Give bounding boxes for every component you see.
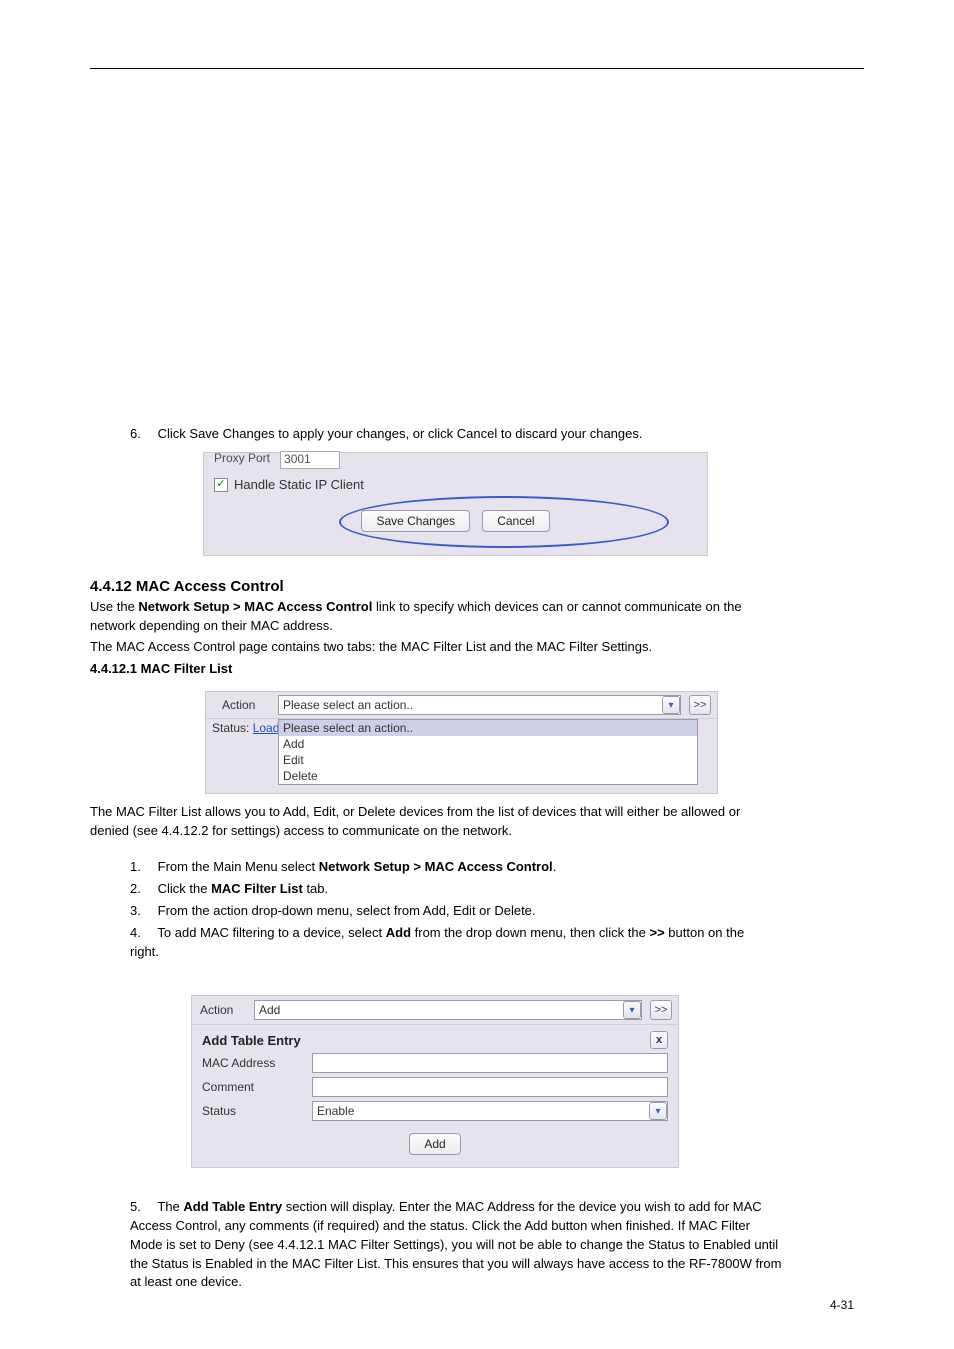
comment-label: Comment [202, 1080, 300, 1094]
step-2-suffix: tab. [303, 881, 328, 896]
step-1-bold: Network Setup > MAC Access Control [319, 859, 553, 874]
step-5-bold: Add Table Entry [183, 1199, 282, 1214]
step-1-suffix: . [553, 859, 557, 874]
save-changes-panel: Proxy Port 3001 ✓ Handle Static IP Clien… [203, 452, 708, 556]
add-button[interactable]: Add [409, 1133, 460, 1155]
step-5-num: 5. [130, 1198, 154, 1217]
step-1-prefix: From the Main Menu select [158, 859, 319, 874]
cancel-button[interactable]: Cancel [482, 510, 549, 532]
option-edit[interactable]: Edit [279, 752, 697, 768]
step-4: 4. To add MAC filtering to a device, sel… [130, 924, 770, 962]
option-placeholder[interactable]: Please select an action.. [279, 720, 697, 736]
step-4-bold2: >> [649, 925, 664, 940]
action-select[interactable]: Please select an action.. ▾ [278, 695, 681, 715]
step-4-prefix: To add MAC filtering to a device, select [157, 925, 385, 940]
step-2: 2. Click the MAC Filter List tab. [130, 880, 770, 899]
step-1-num: 1. [130, 858, 154, 877]
step-2-prefix: Click the [158, 881, 211, 896]
page-rule [90, 68, 864, 69]
intro-para-2: The MAC Access Control page contains two… [90, 638, 770, 657]
p3-action-label: Action [200, 1003, 246, 1017]
go-button[interactable]: >> [689, 695, 711, 715]
option-add[interactable]: Add [279, 736, 697, 752]
action-selected-text: Please select an action.. [283, 698, 413, 712]
proxy-port-input[interactable]: 3001 [280, 451, 340, 469]
action-dropdown-panel: Action Please select an action.. ▾ >> St… [205, 691, 718, 794]
action-dropdown-list: Please select an action.. Add Edit Delet… [278, 719, 698, 785]
step-6: 6. Click Save Changes to apply your chan… [130, 425, 750, 444]
p3-action-selected-text: Add [259, 1003, 280, 1017]
step-6-text: Click Save Changes to apply your changes… [158, 426, 643, 441]
step-5: 5. The Add Table Entry section will disp… [130, 1198, 785, 1292]
status-prefix: Status: [212, 721, 253, 735]
intro-bold: Network Setup > MAC Access Control [138, 599, 372, 614]
section-heading: 4.4.12 MAC Access Control [90, 576, 284, 598]
chevron-down-icon[interactable]: ▾ [662, 696, 680, 714]
status-select[interactable]: Enable ▾ [312, 1101, 668, 1121]
page-number: 4-31 [830, 1298, 854, 1312]
p3-go-button[interactable]: >> [650, 1000, 672, 1020]
step-4-num: 4. [130, 924, 154, 943]
step-2-bold: MAC Filter List [211, 881, 303, 896]
step-2-num: 2. [130, 880, 154, 899]
p3-action-select[interactable]: Add ▾ [254, 1000, 642, 1020]
step-6-num: 6. [130, 425, 154, 444]
proxy-port-label: Proxy Port [214, 451, 270, 465]
save-changes-button[interactable]: Save Changes [361, 510, 470, 532]
handle-static-ip-label: Handle Static IP Client [234, 477, 364, 492]
section-intro-para: Use the Network Setup > MAC Access Contr… [90, 598, 770, 636]
status-selected-text: Enable [317, 1104, 354, 1118]
step-3-text: From the action drop-down menu, select f… [158, 903, 536, 918]
add-table-entry-panel: Action Add ▾ >> Add Table Entry x MAC Ad… [191, 995, 679, 1168]
add-table-entry-title: Add Table Entry [202, 1033, 301, 1048]
step-3: 3. From the action drop-down menu, selec… [130, 902, 770, 921]
status-field-label: Status [202, 1104, 300, 1118]
handle-static-ip-checkbox[interactable]: ✓ [214, 478, 228, 492]
close-icon[interactable]: x [650, 1031, 668, 1049]
step-5-prefix: The [157, 1199, 183, 1214]
option-delete[interactable]: Delete [279, 768, 697, 784]
chevron-down-icon[interactable]: ▾ [649, 1102, 667, 1120]
sub-text: The MAC Filter List allows you to Add, E… [90, 803, 770, 841]
action-label: Action [222, 698, 270, 712]
chevron-down-icon[interactable]: ▾ [623, 1001, 641, 1019]
step-3-num: 3. [130, 902, 154, 921]
step-4-mid: from the drop down menu, then click the [411, 925, 649, 940]
comment-input[interactable] [312, 1077, 668, 1097]
intro-prefix: Use the [90, 599, 138, 614]
mac-address-label: MAC Address [202, 1056, 300, 1070]
status-load-link[interactable]: Load [253, 721, 280, 735]
mac-address-input[interactable] [312, 1053, 668, 1073]
sub-heading: 4.4.12.1 MAC Filter List [90, 660, 232, 679]
step-1: 1. From the Main Menu select Network Set… [130, 858, 770, 877]
step-4-bold: Add [386, 925, 411, 940]
